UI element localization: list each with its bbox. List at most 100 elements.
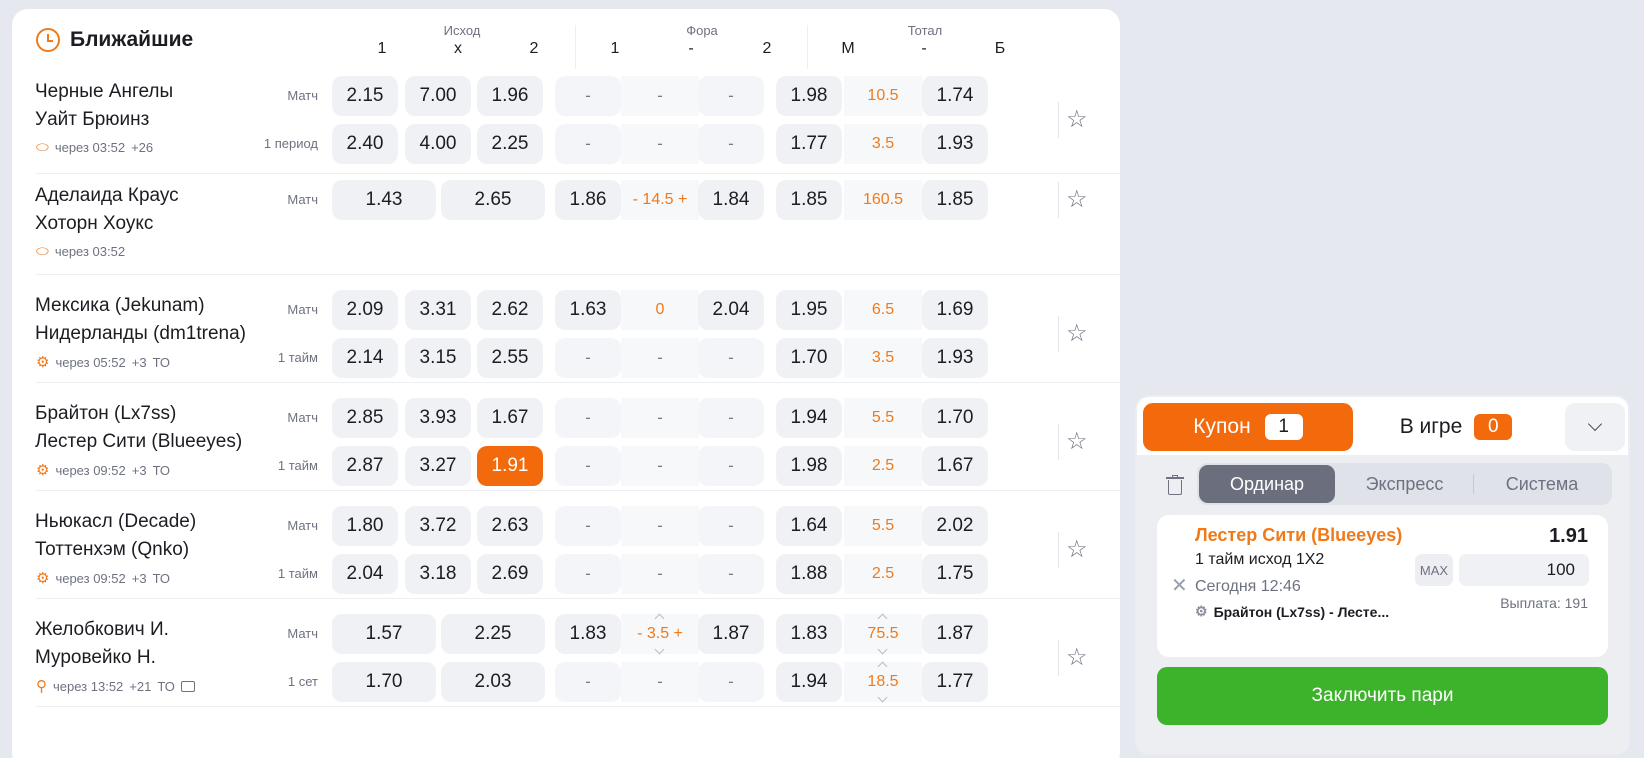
odd-button-ox[interactable]: 3.27 — [405, 446, 471, 486]
odd-button-handicap-2[interactable]: - — [698, 662, 764, 702]
odd-button-over[interactable]: 1.87 — [922, 614, 988, 654]
odd-button-handicap-1[interactable]: 1.63 — [555, 290, 621, 330]
odd-button-o2[interactable]: 2.25 — [441, 614, 545, 654]
odd-button-o2[interactable]: 1.96 — [477, 76, 543, 116]
odd-button-under[interactable]: 1.83 — [776, 614, 842, 654]
odd-button-handicap-2[interactable]: - — [698, 398, 764, 438]
mode-single[interactable]: Ординар — [1199, 465, 1335, 503]
odd-button-under[interactable]: 1.64 — [776, 506, 842, 546]
tab-coupon[interactable]: Купон 1 — [1143, 403, 1353, 451]
odd-button-handicap-1[interactable]: - — [555, 506, 621, 546]
team-home[interactable]: Брайтон (Lx7ss) — [35, 403, 176, 425]
odd-button-handicap-2[interactable]: 1.87 — [698, 614, 764, 654]
odd-button-handicap-1[interactable]: - — [555, 446, 621, 486]
odd-button-over[interactable]: 2.02 — [922, 506, 988, 546]
arrow-up-icon[interactable] — [877, 661, 888, 672]
odd-button-ox[interactable]: 3.15 — [405, 338, 471, 378]
team-home[interactable]: Желобкович И. — [35, 619, 169, 641]
odd-button-o1[interactable]: 2.15 — [332, 76, 398, 116]
odd-button-handicap-1[interactable]: - — [555, 554, 621, 594]
odd-button-o1[interactable]: 2.40 — [332, 124, 398, 164]
odd-button-handicap-2[interactable]: - — [698, 338, 764, 378]
odd-button-under[interactable]: 1.94 — [776, 398, 842, 438]
odd-button-handicap-2[interactable]: 2.04 — [698, 290, 764, 330]
odd-button-o2[interactable]: 2.55 — [477, 338, 543, 378]
team-away[interactable]: Муровейко Н. — [35, 647, 156, 669]
odd-button-over[interactable]: 1.75 — [922, 554, 988, 594]
trash-icon[interactable] — [1166, 475, 1184, 495]
star-icon[interactable]: ☆ — [1066, 105, 1088, 134]
team-home[interactable]: Мексика (Jekunam) — [35, 295, 205, 317]
odd-button-o2[interactable]: 2.65 — [441, 180, 545, 220]
star-icon[interactable]: ☆ — [1066, 427, 1088, 456]
odd-button-over[interactable]: 1.85 — [922, 180, 988, 220]
star-icon[interactable]: ☆ — [1066, 185, 1088, 214]
odd-button-o2[interactable]: 2.63 — [477, 506, 543, 546]
odd-button-handicap-1[interactable]: - — [555, 398, 621, 438]
odd-button-o2[interactable]: 2.69 — [477, 554, 543, 594]
place-bet-button[interactable]: Заключить пари — [1157, 667, 1608, 725]
arrow-down-icon[interactable] — [877, 644, 888, 655]
stake-input[interactable]: 100 — [1459, 554, 1589, 586]
odd-button-handicap-1[interactable]: - — [555, 76, 621, 116]
odd-button-under[interactable]: 1.77 — [776, 124, 842, 164]
odd-button-o1[interactable]: 1.43 — [332, 180, 436, 220]
odd-button-ox[interactable]: 4.00 — [405, 124, 471, 164]
arrow-down-icon[interactable] — [654, 644, 665, 655]
odd-button-handicap-2[interactable]: - — [698, 76, 764, 116]
collapse-button[interactable] — [1565, 403, 1625, 451]
team-home[interactable]: Ньюкасл (Decade) — [35, 511, 196, 533]
odd-button-handicap-1[interactable]: - — [555, 124, 621, 164]
odd-button-o1[interactable]: 2.09 — [332, 290, 398, 330]
odd-button-handicap-2[interactable]: - — [698, 506, 764, 546]
odd-button-ox[interactable]: 3.93 — [405, 398, 471, 438]
close-icon[interactable]: ✕ — [1171, 573, 1188, 598]
more-markets-count[interactable]: +3 — [132, 355, 147, 370]
odd-button-o2[interactable]: 2.62 — [477, 290, 543, 330]
more-markets-count[interactable]: +21 — [129, 679, 151, 694]
odd-button-o2[interactable]: 2.03 — [441, 662, 545, 702]
odd-button-handicap-2[interactable]: - — [698, 446, 764, 486]
team-away[interactable]: Хоторн Хоукс — [35, 213, 153, 235]
odd-button-o1[interactable]: 2.04 — [332, 554, 398, 594]
team-home[interactable]: Черные Ангелы — [35, 81, 173, 103]
odd-button-handicap-1[interactable]: - — [555, 338, 621, 378]
tab-in-game[interactable]: В игре 0 — [1361, 403, 1551, 451]
odd-button-under[interactable]: 1.85 — [776, 180, 842, 220]
more-markets-count[interactable]: +3 — [132, 463, 147, 478]
odd-button-handicap-2[interactable]: 1.84 — [698, 180, 764, 220]
odd-button-under[interactable]: 1.94 — [776, 662, 842, 702]
odd-button-o2[interactable]: 1.67 — [477, 398, 543, 438]
odd-button-under[interactable]: 1.88 — [776, 554, 842, 594]
odd-button-o1[interactable]: 2.85 — [332, 398, 398, 438]
odd-button-o1[interactable]: 1.57 — [332, 614, 436, 654]
odd-button-over[interactable]: 1.77 — [922, 662, 988, 702]
arrow-down-icon[interactable] — [877, 692, 888, 703]
team-away[interactable]: Тоттенхэм (Qnko) — [35, 539, 189, 561]
odd-button-under[interactable]: 1.95 — [776, 290, 842, 330]
odd-button-ox[interactable]: 3.18 — [405, 554, 471, 594]
star-icon[interactable]: ☆ — [1066, 643, 1088, 672]
odd-button-over[interactable]: 1.67 — [922, 446, 988, 486]
odd-button-ox[interactable]: 3.72 — [405, 506, 471, 546]
odd-button-handicap-2[interactable]: - — [698, 124, 764, 164]
odd-button-handicap-1[interactable]: 1.83 — [555, 614, 621, 654]
odd-button-handicap-1[interactable]: - — [555, 662, 621, 702]
mode-system[interactable]: Система — [1474, 463, 1610, 505]
team-away[interactable]: Уайт Брюинз — [35, 109, 149, 131]
team-away[interactable]: Нидерланды (dm1trena) — [35, 323, 246, 345]
odd-button-over[interactable]: 1.70 — [922, 398, 988, 438]
odd-button-under[interactable]: 1.98 — [776, 76, 842, 116]
arrow-up-icon[interactable] — [654, 613, 665, 624]
odd-button-ox[interactable]: 3.31 — [405, 290, 471, 330]
odd-button-o1[interactable]: 1.70 — [332, 662, 436, 702]
odd-button-under[interactable]: 1.98 — [776, 446, 842, 486]
odd-button-over[interactable]: 1.74 — [922, 76, 988, 116]
max-stake-button[interactable]: MAX — [1415, 554, 1453, 586]
odd-button-o1[interactable]: 2.14 — [332, 338, 398, 378]
odd-button-over[interactable]: 1.69 — [922, 290, 988, 330]
odd-button-o1[interactable]: 2.87 — [332, 446, 398, 486]
arrow-up-icon[interactable] — [877, 613, 888, 624]
odd-button-o2[interactable]: 2.25 — [477, 124, 543, 164]
odd-button-ox[interactable]: 7.00 — [405, 76, 471, 116]
